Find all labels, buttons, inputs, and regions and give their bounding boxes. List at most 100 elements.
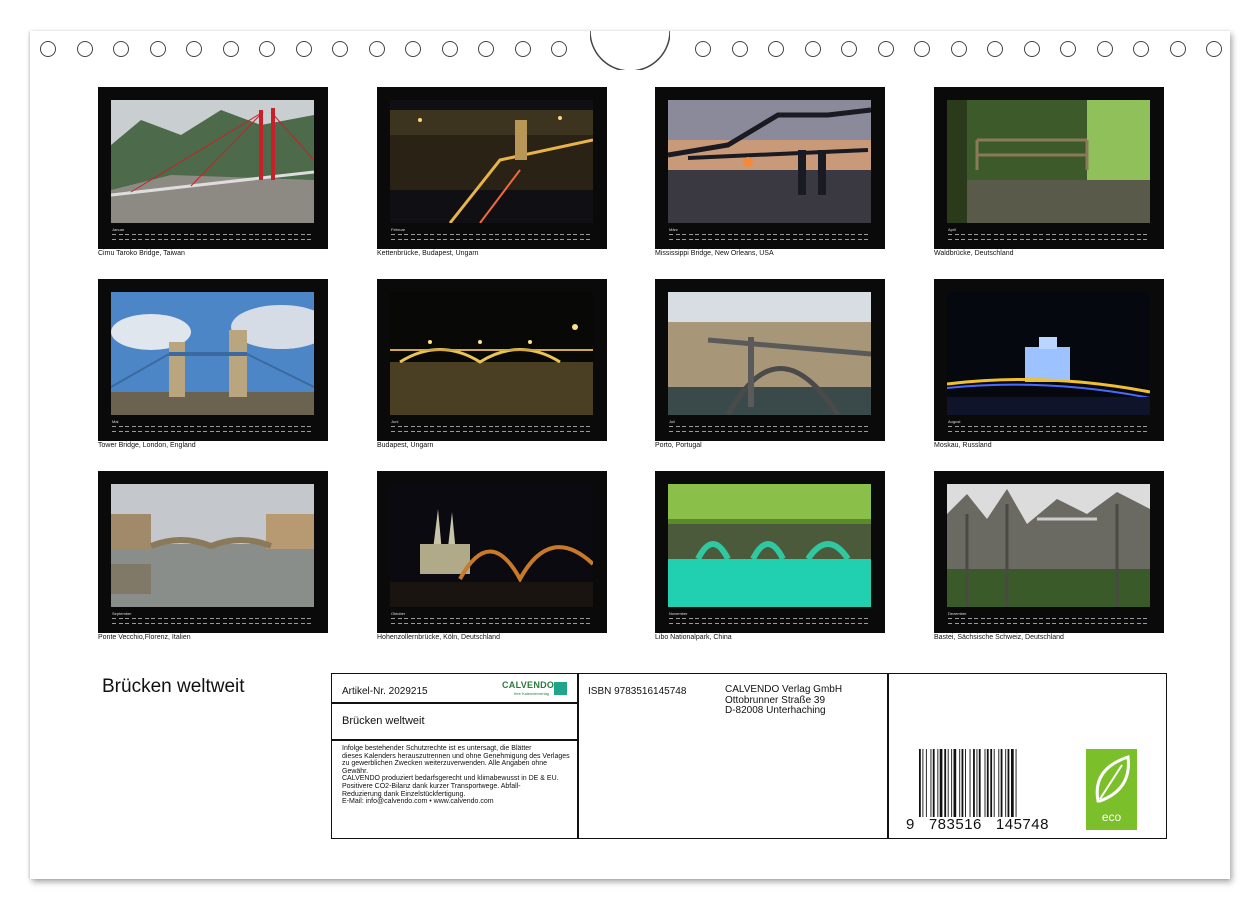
month-frame: April <box>934 87 1164 249</box>
month-frame: Mai <box>98 279 328 441</box>
isbn: ISBN 9783516145748 <box>588 686 687 697</box>
fine-line: Infolge bestehender Schutzrechte ist es … <box>342 745 532 752</box>
logo-mark-icon <box>554 682 567 695</box>
month-frame: Dezember <box>934 471 1164 633</box>
binding-hole <box>441 41 458 57</box>
photo-caption: Hohenzollernbrücke, Köln, Deutschland <box>377 634 500 641</box>
calendar-title: Brücken weltweit <box>102 676 245 697</box>
calendar-days-row <box>112 618 314 621</box>
calendar-days-row <box>669 239 871 242</box>
month-frame: März <box>655 87 885 249</box>
month-label: Mai <box>112 419 119 424</box>
binding-hole <box>405 41 421 57</box>
month-label: September <box>112 611 132 616</box>
photo-caption: Ponte Vecchio,Florenz, Italien <box>98 634 191 641</box>
calendar-days-row <box>669 431 871 434</box>
month-label: Februar <box>391 227 406 232</box>
fine-print: Infolge bestehender Schutzrechte ist es … <box>342 745 578 806</box>
calendar-days-row <box>948 426 1150 429</box>
photo-caption: Moskau, Russland <box>934 442 992 449</box>
calendar-days-row <box>391 623 593 626</box>
binding-hole <box>1169 41 1186 57</box>
month-label: Juni <box>391 419 399 424</box>
binding-hole <box>877 41 894 57</box>
book-title: Brücken weltweit <box>342 715 425 727</box>
month-label: Oktober <box>391 611 406 616</box>
photo-caption: Bastei, Sächsische Schweiz, Deutschland <box>934 634 1064 641</box>
photo-februar <box>390 100 593 223</box>
binding-hole <box>514 41 531 57</box>
binding-hole <box>40 41 56 57</box>
month-label: November <box>669 611 688 616</box>
fine-line: Gewähr. <box>342 767 369 775</box>
binding-hole <box>1206 41 1222 57</box>
calendar-days-row <box>948 234 1150 237</box>
photo-januar <box>111 100 314 223</box>
photo-caption: Cimu Taroko Bridge, Taiwan <box>98 250 185 257</box>
eco-badge: eco <box>1086 749 1137 830</box>
photo-dezember <box>947 484 1150 607</box>
month-label: März <box>669 227 678 232</box>
month-frame: Juli <box>655 279 885 441</box>
month-label: April <box>948 227 957 232</box>
article-number: Artikel-Nr. 2029215 <box>342 686 428 697</box>
photo-november <box>668 484 871 607</box>
binding-hole <box>113 41 129 57</box>
month-frame: November <box>655 471 885 633</box>
divider <box>332 702 578 704</box>
photo-caption: Tower Bridge, London, England <box>98 442 196 449</box>
photo-caption: Waldbrücke, Deutschland <box>934 250 1014 257</box>
calendar-days-row <box>948 618 1150 621</box>
calendar-days-row <box>669 234 871 237</box>
binding-hole <box>1060 41 1076 57</box>
fine-line: Positivere CO2-Bilanz dank kurzer Transp… <box>342 782 521 790</box>
binding-hole <box>1133 41 1149 57</box>
fine-line: Reduzierung dank Einzelstückfertigung. <box>342 790 466 798</box>
binding-hole <box>731 41 748 57</box>
photo-maerz <box>668 100 871 223</box>
calendar-days-row <box>391 431 593 434</box>
binding-hole <box>332 41 348 57</box>
publisher-line: D-82008 Unterhaching <box>725 705 826 716</box>
month-label: August <box>948 419 961 424</box>
photo-april <box>947 100 1150 223</box>
month-frame: September <box>98 471 328 633</box>
photo-mai <box>111 292 314 415</box>
photo-caption: Porto, Portugal <box>655 442 702 449</box>
calendar-days-row <box>112 426 314 429</box>
photo-caption: Kettenbrücke, Budapest, Ungarn <box>377 250 479 257</box>
photo-oktober <box>390 484 593 607</box>
publisher-line: CALVENDO Verlag GmbH <box>725 684 843 695</box>
month-frame: Oktober <box>377 471 607 633</box>
binding-hole <box>222 41 239 57</box>
month-frame: Juni <box>377 279 607 441</box>
photo-caption: Mississippi Bridge, New Orleans, USA <box>655 250 774 257</box>
binding-hole <box>149 41 166 57</box>
calendar-days-row <box>669 623 871 626</box>
fine-line: dieses Kalenders herauszutrennen und ohn… <box>342 752 570 760</box>
logo-wordmark: CALVENDO <box>502 680 555 690</box>
binding-hole <box>950 41 967 57</box>
binding-hole <box>1023 41 1040 57</box>
calvendo-logo: CALVENDO Ihre Kalenderverlag <box>502 680 568 700</box>
logo-tagline: Ihre Kalenderverlag <box>514 691 549 696</box>
fine-line: CALVENDO produziert bedarfsgerecht und k… <box>342 775 559 783</box>
eco-label: eco <box>1101 810 1122 824</box>
calendar-days-row <box>948 239 1150 242</box>
binding-hole <box>478 41 494 57</box>
binding-hole <box>841 41 857 57</box>
photo-caption: Budapest, Ungarn <box>377 442 434 449</box>
calendar-days-row <box>948 431 1150 434</box>
calendar-days-row <box>669 426 871 429</box>
month-frame: Januar <box>98 87 328 249</box>
binding-hole <box>695 41 711 57</box>
binding-hole <box>1096 41 1113 57</box>
photo-juli <box>668 292 871 415</box>
binding-hole <box>804 41 821 57</box>
photo-juni <box>390 292 593 415</box>
month-frame: Februar <box>377 87 607 249</box>
month-label: Juli <box>669 419 676 424</box>
calendar-days-row <box>112 431 314 434</box>
binding-hole <box>259 41 275 57</box>
calendar-days-row <box>391 618 593 621</box>
